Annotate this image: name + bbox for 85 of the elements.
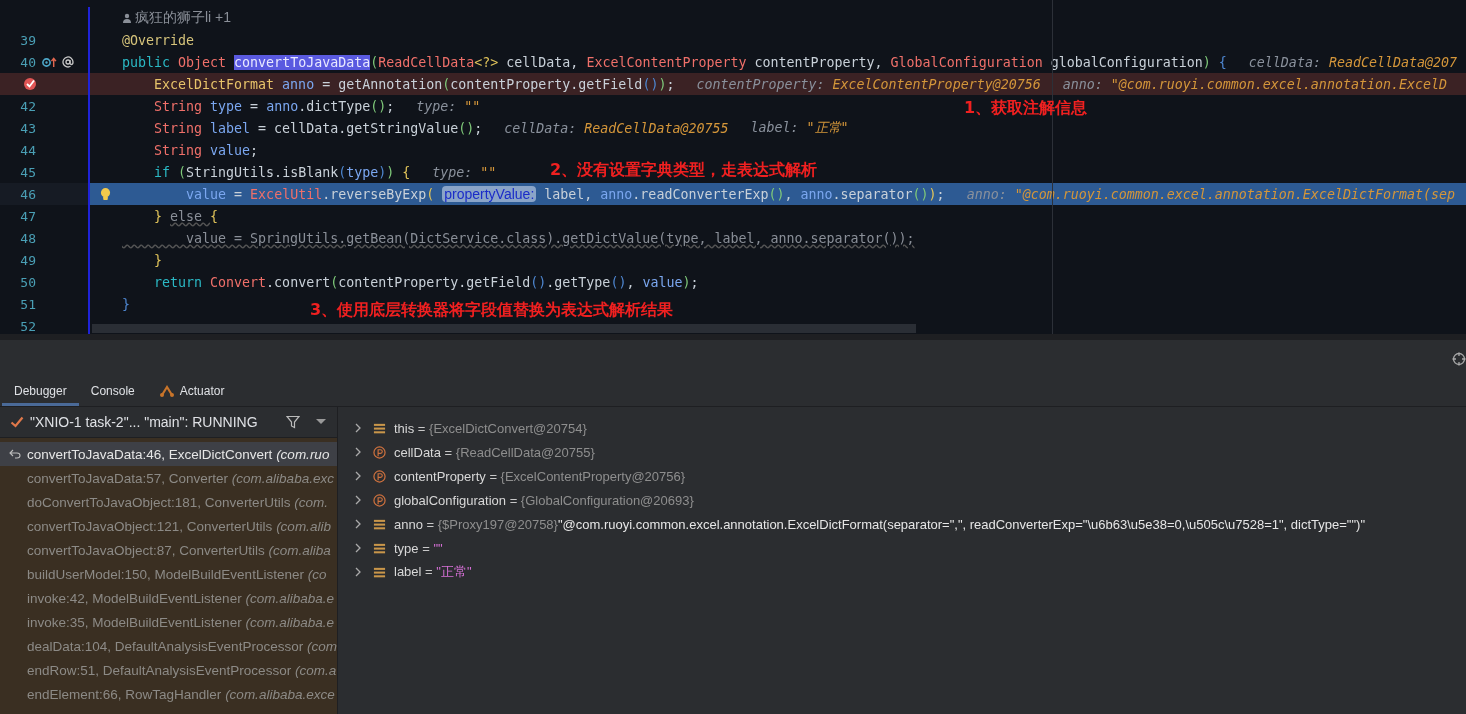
inline-value-hint: contentProperty: ExcelContentProperty@20756 <box>696 76 1041 92</box>
line-number: 48 <box>20 230 36 246</box>
field-icon <box>373 517 386 531</box>
inline-value-hint: cellData: ReadCellData@20755 <box>504 120 729 136</box>
stack-frame[interactable]: invoke:42, ModelBuildEventListener (com.alibaba.e <box>0 586 337 610</box>
lightbulb-icon[interactable] <box>100 186 111 202</box>
line-number: 52 <box>20 318 36 334</box>
line-number: 44 <box>20 142 36 158</box>
return-arrow-icon <box>9 449 21 459</box>
inline-value-hint: anno: "@com.ruoyi.common.excel.annotation.ExcelD <box>1062 76 1447 92</box>
variable-entry[interactable]: anno = {$Proxy197@20758}"@com.ruoyi.common.excel.annotation.ExcelDictFormat(separator=",", readConverterExp="\u6b63\u5e38=0,\u505c\u7528=1", dictType="")" <box>394 516 1365 532</box>
annotation-note: 2、没有设置字典类型，走表达式解析 <box>550 160 818 181</box>
check-icon <box>10 416 24 428</box>
line-number: 51 <box>20 296 36 312</box>
parameter-icon <box>373 469 386 483</box>
code-line: if (StringUtils.isBlank(type)) { <box>153 164 411 180</box>
code-line: String value; <box>153 142 259 158</box>
actuator-icon <box>158 383 175 398</box>
inline-value-hint: cellData: ReadCellData@207 <box>1248 54 1457 70</box>
stack-frame[interactable]: buildUserModel:150, ModelBuildEventListener (co <box>0 562 337 586</box>
line-number: 47 <box>20 208 36 224</box>
line-number: 45 <box>20 164 36 180</box>
panel-tab[interactable]: Debugger <box>2 378 79 406</box>
line-number: 46 <box>20 186 36 202</box>
breakpoint-icon[interactable] <box>23 77 37 91</box>
expand-caret-icon[interactable] <box>355 519 361 529</box>
variable-entry[interactable]: globalConfiguration = {GlobalConfiguration@20693} <box>394 492 694 508</box>
variable-entry[interactable]: this = {ExcelDictConvert@20754} <box>394 420 587 436</box>
code-line: String label = cellData.getStringValue(); <box>153 120 483 136</box>
stack-frame[interactable]: convertToJavaData:57, Converter (com.alibaba.exc <box>0 466 337 490</box>
stack-frame[interactable]: invoke:35, ModelBuildEventListener (com.alibaba.e <box>0 610 337 634</box>
expand-caret-icon[interactable] <box>355 495 361 505</box>
stack-frame[interactable]: convertToJavaObject:87, ConverterUtils (com.aliba <box>0 538 337 562</box>
stack-frame[interactable]: endElement:66, RowTagHandler (com.alibaba.exce <box>0 682 337 706</box>
stack-frame[interactable]: convertToJavaObject:121, ConverterUtils (com.alib <box>0 514 337 538</box>
expand-caret-icon[interactable] <box>355 471 361 481</box>
panel-tab[interactable]: Actuator <box>146 378 237 406</box>
line-number: 40 <box>20 54 36 70</box>
line-number: 50 <box>20 274 36 290</box>
code-line: @Override <box>122 32 195 48</box>
stack-frame[interactable]: doConvertToJavaObject:181, ConverterUtils (com. <box>0 490 337 514</box>
person-icon <box>122 13 132 23</box>
line-number: 39 <box>20 32 36 48</box>
line-number: 49 <box>20 252 36 268</box>
code-line: } <box>122 296 130 312</box>
author-hint[interactable]: 疯狂的狮子li +1 <box>135 9 232 27</box>
field-icon <box>373 541 386 555</box>
parameter-icon <box>373 445 386 459</box>
scrollbar[interactable] <box>92 324 916 333</box>
target-icon[interactable] <box>1452 352 1466 366</box>
field-icon <box>373 565 386 579</box>
thread-selector[interactable]: "XNIO-1 task-2"... "main": RUNNING <box>30 414 258 430</box>
variable-entry[interactable]: type = "" <box>394 540 443 556</box>
line-number: 43 <box>20 120 36 136</box>
at-sign-icon[interactable] <box>62 56 74 68</box>
filter-icon[interactable] <box>285 415 300 429</box>
inline-value-hint: label: "正常" <box>750 119 849 137</box>
expand-caret-icon[interactable] <box>355 567 361 577</box>
code-line: value = ExcelUtil.reverseByExp( propertyValue: label, anno.readConverterExp(), anno.separator()); <box>185 186 945 202</box>
parameter-icon <box>373 493 386 507</box>
inline-value-hint: type: "" <box>416 98 481 114</box>
code-line: public Object convertToJavaData(ReadCellData<?> cellData, ExcelContentProperty contentProperty, GlobalConfiguration globalConfiguration) { <box>122 54 1227 70</box>
variable-entry[interactable]: contentProperty = {ExcelContentProperty@20756} <box>394 468 686 484</box>
expand-caret-icon[interactable] <box>355 447 361 457</box>
panel-tab[interactable]: Console <box>78 378 147 406</box>
variable-entry[interactable]: cellData = {ReadCellData@20755} <box>394 444 595 460</box>
annotation-note: 3、使用底层转换器将字段值替换为表达式解析结果 <box>310 300 674 321</box>
code-line: String type = anno.dictType(); <box>153 98 395 114</box>
dropdown-icon[interactable] <box>315 419 326 425</box>
line-number: 42 <box>20 98 36 114</box>
annotation-note: 1、获取注解信息 <box>964 98 1088 119</box>
inline-value-hint: anno: "@com.ruoyi.common.excel.annotation.ExcelDictFormat(sep <box>966 186 1455 202</box>
code-line: value = SpringUtils.getBean(DictService.class).getDictValue(type, label, anno.separator()); <box>185 230 915 246</box>
code-line: return Convert.convert(contentProperty.getField().getType(), value); <box>153 274 699 290</box>
expand-caret-icon[interactable] <box>355 423 361 433</box>
stack-frame[interactable]: endRow:51, DefaultAnalysisEventProcessor (com.a <box>0 658 337 682</box>
expand-caret-icon[interactable] <box>355 543 361 553</box>
code-line: ExcelDictFormat anno = getAnnotation(contentProperty.getField()); <box>153 76 675 92</box>
variable-entry[interactable]: label = "正常" <box>394 563 472 581</box>
code-line: } else { <box>153 208 219 224</box>
field-icon <box>373 421 386 435</box>
code-line: } <box>153 252 163 268</box>
inline-value-hint: type: "" <box>432 164 497 180</box>
stack-frame[interactable]: dealData:104, DefaultAnalysisEventProcessor (com <box>0 634 337 658</box>
stack-frame[interactable]: convertToJavaData:46, ExcelDictConvert (com.ruo <box>0 442 337 466</box>
